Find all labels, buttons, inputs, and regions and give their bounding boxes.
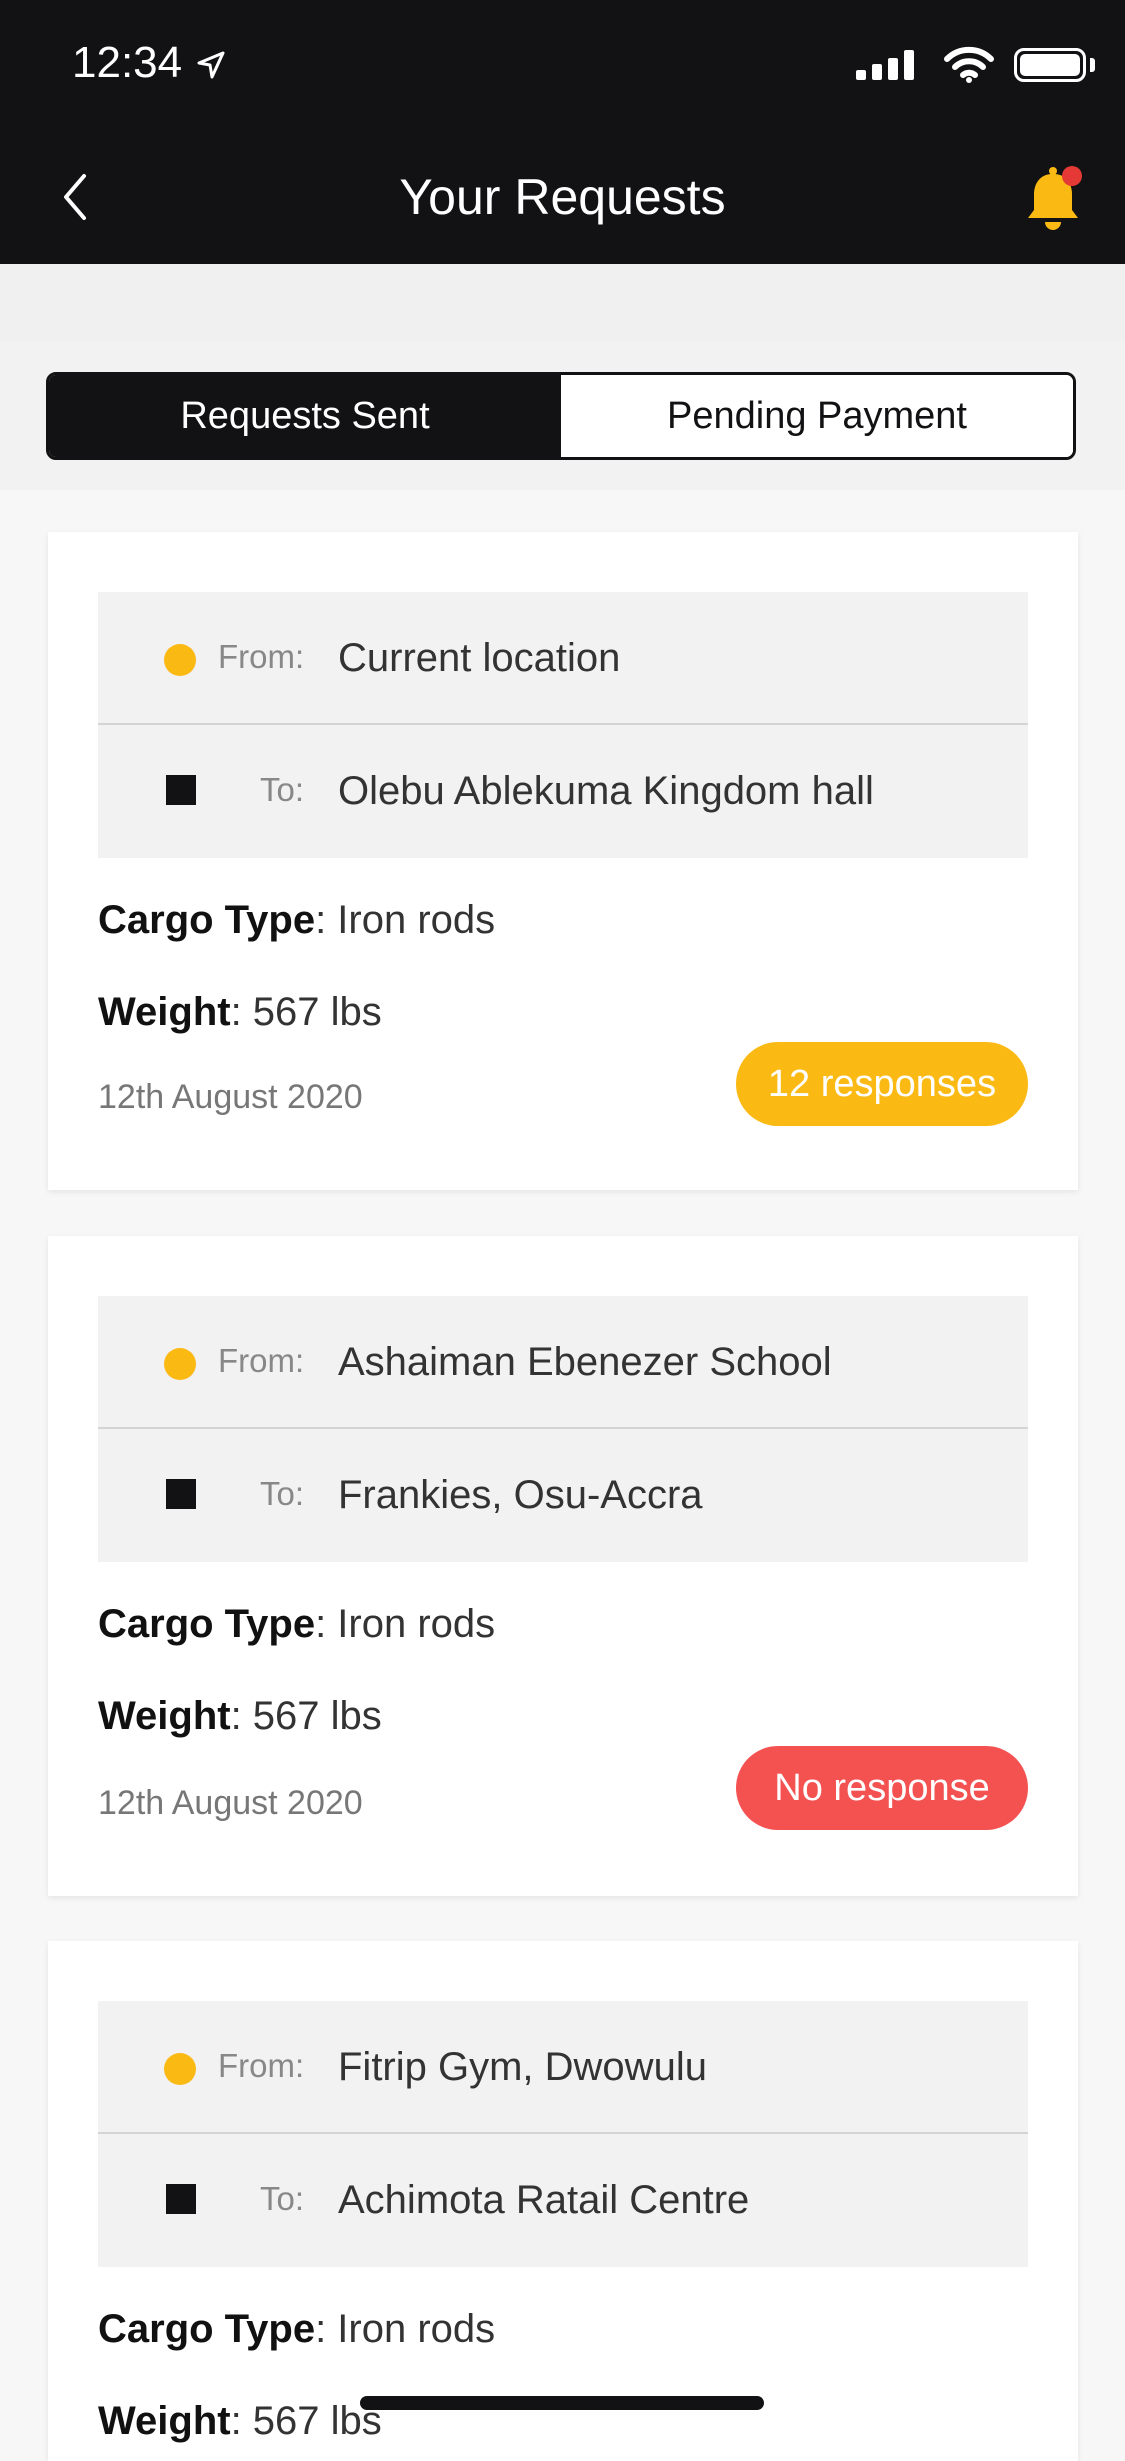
destination-square-icon [166, 1479, 196, 1509]
weight-value: : 567 lbs [230, 2399, 382, 2443]
weight-value: : 567 lbs [230, 990, 382, 1034]
cargo-type-line: Cargo Type: Iron rods [98, 2307, 495, 2352]
tab-pending-payment[interactable]: Pending Payment [561, 375, 1073, 457]
weight-value: : 567 lbs [230, 1694, 382, 1738]
weight-line: Weight: 567 lbs [98, 2399, 382, 2444]
route-box: From: Current location To: Olebu Ablekum… [98, 592, 1028, 858]
cargo-type-line: Cargo Type: Iron rods [98, 898, 495, 943]
page-title: Your Requests [399, 169, 726, 225]
from-label: From: [218, 2047, 305, 2084]
bell-icon [1028, 166, 1082, 230]
origin-dot-icon [164, 644, 196, 676]
wifi-icon [944, 46, 994, 89]
route-to-row: To: Frankies, Osu-Accra [98, 1429, 1028, 1562]
status-bar: 12:34 [0, 0, 1125, 132]
origin-dot-icon [164, 2053, 196, 2085]
to-label: To: [260, 1475, 305, 1512]
from-label: From: [218, 638, 305, 675]
origin-dot-icon [164, 1348, 196, 1380]
request-date: 12th August 2020 [98, 1784, 363, 1822]
to-location: Achimota Ratail Centre [338, 2178, 750, 2222]
weight-label: Weight [98, 2399, 231, 2443]
route-from-row: From: Fitrip Gym, Dwowulu [98, 2001, 1028, 2134]
status-badge[interactable]: No response [736, 1746, 1028, 1830]
route-from-row: From: Current location [98, 592, 1028, 725]
route-box: From: Ashaiman Ebenezer School To: Frank… [98, 1296, 1028, 1562]
route-to-row: To: Achimota Ratail Centre [98, 2134, 1028, 2267]
status-time: 12:34 [72, 38, 183, 87]
cargo-type-label: Cargo Type [98, 2307, 316, 2351]
navigation-bar: Your Requests [0, 132, 1125, 264]
route-box: From: Fitrip Gym, Dwowulu To: Achimota R… [98, 2001, 1028, 2267]
cargo-type-label: Cargo Type [98, 1602, 316, 1646]
from-location: Current location [338, 636, 621, 680]
cargo-type-value: : Iron rods [315, 1602, 496, 1646]
status-badge[interactable]: 12 responses [736, 1042, 1028, 1126]
to-location: Olebu Ablekuma Kingdom hall [338, 769, 874, 813]
weight-line: Weight: 567 lbs [98, 1694, 382, 1739]
to-label: To: [260, 771, 305, 808]
request-card[interactable]: From: Ashaiman Ebenezer School To: Frank… [48, 1236, 1078, 1896]
request-card[interactable]: From: Fitrip Gym, Dwowulu To: Achimota R… [48, 1941, 1078, 2461]
to-location: Frankies, Osu-Accra [338, 1473, 703, 1517]
battery-icon [1014, 48, 1086, 82]
route-from-row: From: Ashaiman Ebenezer School [98, 1296, 1028, 1429]
battery-tip [1090, 58, 1095, 72]
cargo-type-value: : Iron rods [315, 898, 496, 942]
weight-line: Weight: 567 lbs [98, 990, 382, 1035]
from-label: From: [218, 1342, 305, 1379]
segmented-control: Requests Sent Pending Payment [46, 372, 1076, 460]
cargo-type-value: : Iron rods [315, 2307, 496, 2351]
cargo-type-label: Cargo Type [98, 898, 316, 942]
route-to-row: To: Olebu Ablekuma Kingdom hall [98, 725, 1028, 858]
to-label: To: [260, 2180, 305, 2217]
notifications-button[interactable] [1020, 160, 1090, 240]
request-date: 12th August 2020 [98, 1078, 363, 1116]
tabs-area: Requests Sent Pending Payment [0, 342, 1125, 490]
cellular-signal-icon [856, 50, 914, 80]
from-location: Ashaiman Ebenezer School [338, 1340, 832, 1384]
request-card[interactable]: From: Current location To: Olebu Ablekum… [48, 532, 1078, 1190]
home-indicator[interactable] [360, 2396, 764, 2410]
from-location: Fitrip Gym, Dwowulu [338, 2045, 707, 2089]
weight-label: Weight [98, 990, 231, 1034]
weight-label: Weight [98, 1694, 231, 1738]
header-spacer [0, 264, 1125, 342]
location-arrow-icon [196, 50, 226, 85]
tab-requests-sent[interactable]: Requests Sent [49, 375, 561, 457]
destination-square-icon [166, 2184, 196, 2214]
destination-square-icon [166, 775, 196, 805]
cargo-type-line: Cargo Type: Iron rods [98, 1602, 495, 1647]
